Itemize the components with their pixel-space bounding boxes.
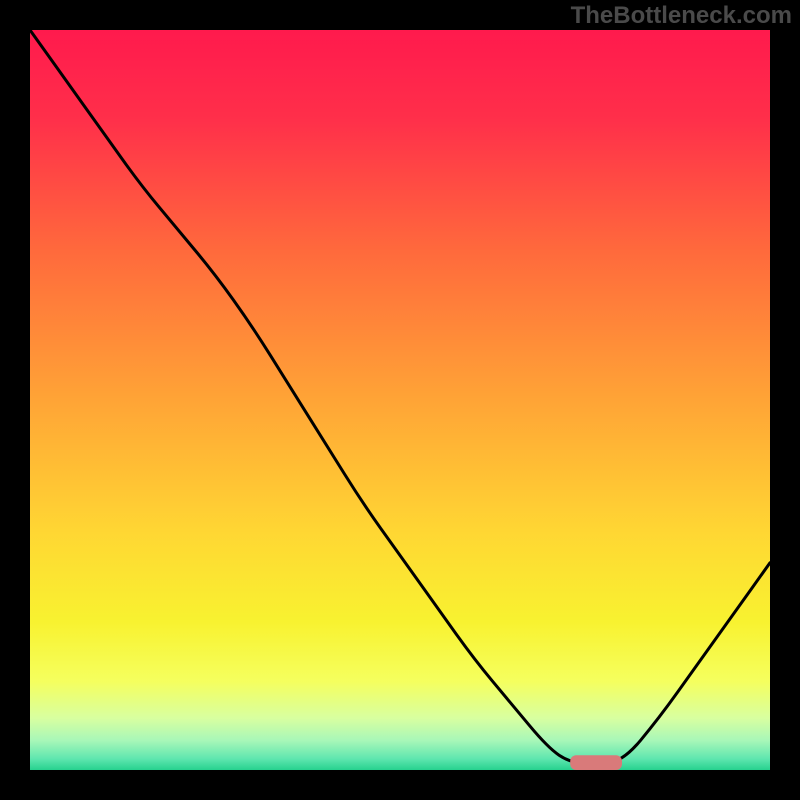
plot-area <box>30 30 770 770</box>
chart-canvas: TheBottleneck.com <box>0 0 800 800</box>
gradient-bg <box>30 30 770 770</box>
watermark: TheBottleneck.com <box>571 2 792 30</box>
gradient-and-curve <box>30 30 770 770</box>
minimum-marker <box>570 755 622 770</box>
